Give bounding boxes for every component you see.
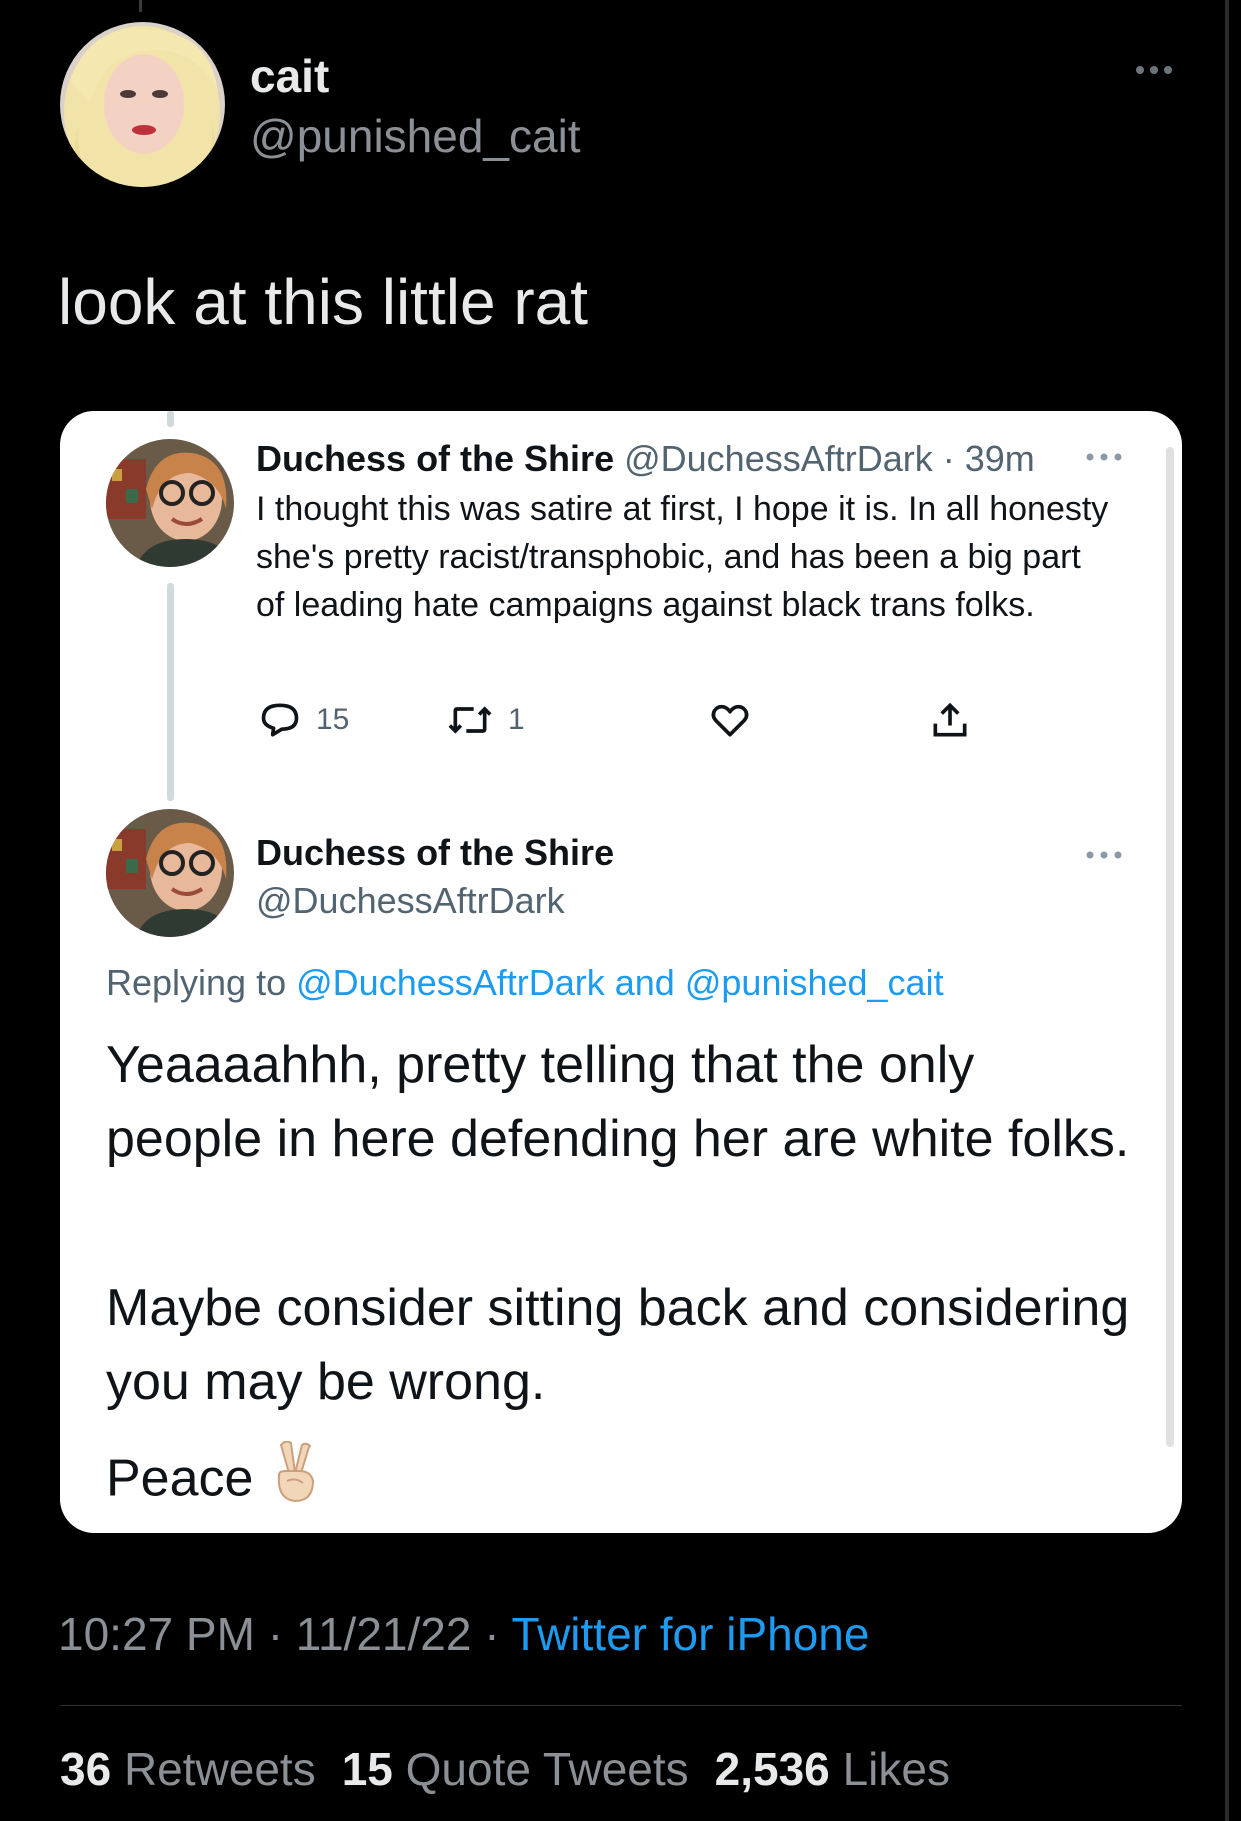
likes-stat[interactable]: 2,536 Likes	[715, 1743, 950, 1795]
meta-separator: ·	[484, 1608, 500, 1660]
retweet-icon	[448, 706, 492, 734]
more-horizontal-icon[interactable]	[1130, 58, 1178, 82]
scrollbar[interactable]	[1225, 0, 1229, 1821]
quotes-stat[interactable]: 15 Quote Tweets	[342, 1743, 689, 1795]
replying-to: Replying to @DuchessAftrDark and @punish…	[106, 961, 944, 1005]
meta-separator: ·	[267, 1608, 284, 1660]
replying-to-link[interactable]: @punished_cait	[685, 962, 944, 1003]
author-name[interactable]: cait	[250, 48, 329, 104]
retweets-stat[interactable]: 36 Retweets	[60, 1743, 316, 1795]
main-paragraph: Maybe consider sitting back and consider…	[106, 1279, 1130, 1411]
reply-time[interactable]: 39m	[965, 438, 1035, 479]
likes-count: 2,536	[714, 1743, 830, 1795]
share-button[interactable]	[928, 695, 972, 745]
reply-count: 15	[316, 703, 350, 736]
main-paragraph: Peace	[106, 1449, 254, 1508]
embedded-screenshot[interactable]: Duchess of the Shire @DuchessAftrDark · …	[60, 411, 1182, 1533]
replying-to-link[interactable]: @DuchessAftrDark	[296, 962, 605, 1003]
main-author-name[interactable]: Duchess of the Shire	[256, 831, 614, 875]
thread-connector	[139, 0, 142, 12]
retweets-count: 36	[60, 1743, 112, 1795]
reply-button[interactable]: 15	[258, 695, 349, 745]
divider	[60, 1705, 1182, 1706]
replying-and[interactable]: and	[615, 962, 675, 1003]
share-icon	[933, 702, 967, 737]
like-button[interactable]	[708, 695, 752, 745]
victory-hand-icon	[269, 1440, 321, 1523]
thread-line	[167, 583, 174, 801]
replying-prefix: Replying to	[106, 962, 287, 1003]
main-paragraph: Yeaaaahhh, pretty telling that the only …	[106, 1036, 1130, 1168]
reply-separator: ·	[942, 438, 955, 479]
tweet-time[interactable]: 10:27 PM	[58, 1608, 255, 1660]
quotes-count: 15	[341, 1743, 393, 1795]
tweet-page: cait @punished_cait look at this little …	[0, 0, 1241, 1821]
tweet-date[interactable]: 11/21/22	[296, 1608, 472, 1660]
reply-text: I thought this was satire at first, I ho…	[256, 490, 1109, 624]
tweet-text: look at this little rat	[58, 266, 588, 338]
reply-author-name[interactable]: Duchess of the Shire	[256, 438, 614, 479]
tweet-stats: 36 Retweets 15 Quote Tweets 2,536 Likes	[60, 1740, 950, 1798]
retweets-label: Retweets	[123, 1743, 316, 1795]
main-author-handle[interactable]: @DuchessAftrDark	[256, 879, 565, 923]
reply-author-handle[interactable]: @DuchessAftrDark	[624, 438, 933, 479]
comment-icon	[261, 703, 299, 737]
reply-header: Duchess of the Shire @DuchessAftrDark · …	[256, 437, 1035, 481]
reply-avatar[interactable]	[106, 439, 234, 567]
tweet-source-link[interactable]: Twitter for iPhone	[512, 1608, 870, 1660]
more-horizontal-icon[interactable]	[1082, 449, 1126, 465]
more-horizontal-icon[interactable]	[1082, 847, 1126, 863]
retweet-button[interactable]: 1	[446, 695, 525, 745]
retweet-count: 1	[508, 703, 525, 736]
embedded-scrollbar	[1166, 447, 1174, 1447]
likes-label: Likes	[842, 1743, 950, 1795]
thread-line-top	[167, 411, 174, 427]
tweet-meta: 10:27 PM · 11/21/22 · Twitter for iPhone	[58, 1605, 869, 1663]
avatar[interactable]	[60, 22, 225, 187]
main-paragraph-peace: Peace	[106, 1440, 1136, 1523]
heart-icon	[711, 704, 749, 737]
author-handle[interactable]: @punished_cait	[250, 108, 581, 164]
main-avatar[interactable]	[106, 809, 234, 937]
quotes-label: Quote Tweets	[405, 1743, 689, 1795]
